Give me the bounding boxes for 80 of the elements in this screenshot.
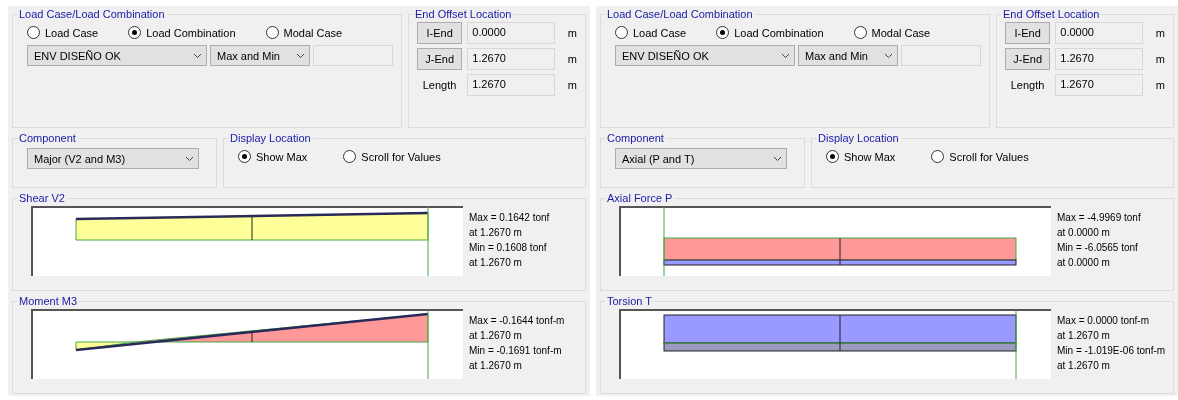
chevron-down-icon [193,52,202,59]
group-title: Axial Force P [606,192,674,204]
field-label: Length [1009,79,1046,91]
radio-button[interactable] [931,150,945,163]
radio-button[interactable] [238,150,251,163]
input-field[interactable] [313,45,393,66]
dropdown[interactable]: Axial (P and T) [615,148,787,169]
input-field[interactable]: 1.2670 [1055,48,1143,70]
group-title: Moment M3 [18,295,79,307]
chevron-down-icon [781,52,790,59]
radio-button[interactable] [615,26,628,39]
unit-label: m [1155,79,1165,91]
reading-text: Max = 0.1642 tonf [469,212,550,223]
input-field[interactable]: 0.0000 [467,22,555,44]
unit-label: m [567,53,577,65]
reading-text: at 1.2670 m [469,257,523,268]
reading-text: at 1.2670 m [1057,330,1111,341]
reading-text: Max = 0.0000 tonf-m [1057,315,1150,326]
dropdown[interactable]: ENV DISEÑO OK [615,45,795,66]
input-field[interactable] [901,45,981,66]
unit-label: m [567,27,577,39]
radio-button[interactable] [853,26,867,39]
group-title: Display Location [229,132,312,144]
reading-text: at 1.2670 m [469,360,523,371]
radio-button[interactable] [343,150,357,163]
radio-option[interactable]: Load Case [27,26,99,39]
unit-label: m [567,79,577,91]
radio-option[interactable]: Load Combination [716,26,824,39]
group-title: Component [606,132,665,144]
offset-button[interactable]: J-End [1005,48,1051,70]
offset-button[interactable]: I-End [417,22,463,44]
group-title: End Offset Location [414,8,513,20]
radio-option[interactable]: Scroll for Values [343,150,441,163]
reading-text: Min = 0.1608 tonf [469,242,548,253]
offset-button[interactable]: J-End [417,48,463,70]
radio-option[interactable]: Modal Case [853,26,931,39]
offset-button[interactable]: I-End [1005,22,1051,44]
reading-text: at 0.0000 m [1057,257,1111,268]
group-title: Shear V2 [18,192,66,204]
radio-option[interactable]: Load Case [615,26,687,39]
dropdown[interactable]: Max and Min [798,45,898,66]
dropdown[interactable]: Max and Min [210,45,310,66]
reading-text: Max = -0.1644 tonf-m [469,315,565,326]
input-field[interactable]: 0.0000 [1055,22,1143,44]
dropdown[interactable]: ENV DISEÑO OK [27,45,207,66]
chevron-down-icon [296,52,305,59]
radio-option[interactable]: Scroll for Values [931,150,1029,163]
group-title: Load Case/Load Combination [18,8,166,20]
radio-button[interactable] [27,26,40,39]
radio-option[interactable]: Show Max [238,150,308,163]
reading-text: Max = -4.9969 tonf [1057,212,1141,223]
radio-option[interactable]: Modal Case [265,26,343,39]
reading-text: Min = -1.019E-06 tonf-m [1057,345,1166,356]
group-title: Torsion T [606,295,654,307]
reading-text: Min = -0.1691 tonf-m [469,345,563,356]
radio-button[interactable] [265,26,279,39]
input-field[interactable]: 1.2670 [1055,74,1143,96]
chevron-down-icon [773,155,782,162]
input-field[interactable]: 1.2670 [467,74,555,96]
unit-label: m [1155,53,1165,65]
chevron-down-icon [185,155,194,162]
dropdown[interactable]: Major (V2 and M3) [27,148,199,169]
reading-text: at 1.2670 m [1057,360,1111,371]
chevron-down-icon [884,52,893,59]
radio-button[interactable] [716,26,730,39]
field-label: Length [421,79,458,91]
group-title: Display Location [817,132,900,144]
group-title: Load Case/Load Combination [606,8,754,20]
reading-text: at 1.2670 m [469,227,523,238]
group-title: Component [18,132,77,144]
reading-text: at 0.0000 m [1057,227,1111,238]
reading-text: at 1.2670 m [469,330,523,341]
radio-option[interactable]: Show Max [826,150,896,163]
radio-button[interactable] [128,26,142,39]
radio-option[interactable]: Load Combination [128,26,236,39]
radio-button[interactable] [826,150,839,163]
input-field[interactable]: 1.2670 [467,48,555,70]
reading-text: Min = -6.0565 tonf [1057,242,1139,253]
group-title: End Offset Location [1002,8,1101,20]
unit-label: m [1155,27,1165,39]
